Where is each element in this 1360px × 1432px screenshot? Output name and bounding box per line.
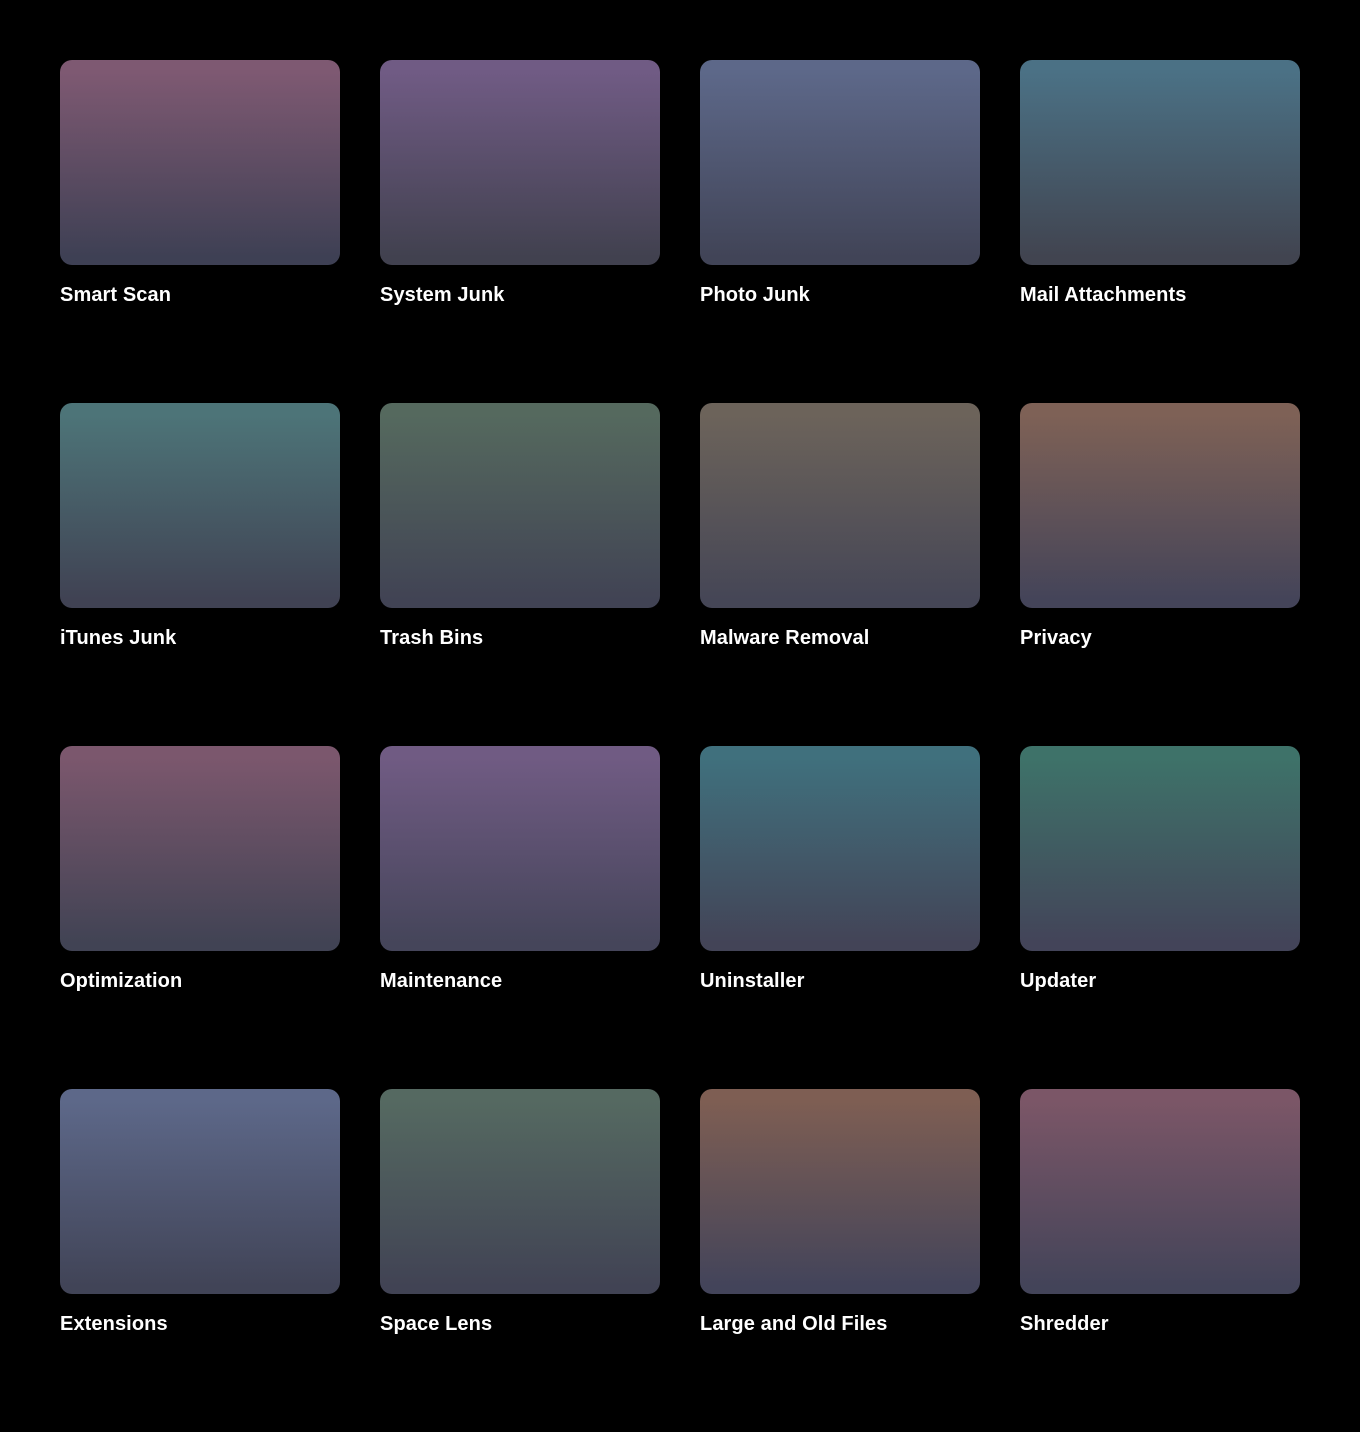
feature-tile-grid: Smart Scan System Junk Photo Junk Mail Atta… bbox=[0, 0, 1360, 1432]
feature-tile[interactable]: Updater bbox=[1020, 746, 1300, 992]
feature-tile[interactable]: Malware Removal bbox=[700, 403, 980, 649]
feature-tile-label: Uninstaller bbox=[700, 970, 805, 992]
feature-tile-label: Extensions bbox=[60, 1313, 168, 1335]
itunes-junk-thumbnail[interactable] bbox=[60, 403, 340, 608]
feature-tile-label: Shredder bbox=[1020, 1313, 1109, 1335]
feature-tile-label: Photo Junk bbox=[700, 284, 810, 306]
feature-tile-label: Large and Old Files bbox=[700, 1313, 888, 1335]
feature-tile[interactable]: System Junk bbox=[380, 60, 660, 306]
feature-tile[interactable]: Maintenance bbox=[380, 746, 660, 992]
space-lens-thumbnail[interactable] bbox=[380, 1089, 660, 1294]
feature-tile-label: Trash Bins bbox=[380, 627, 484, 649]
privacy-thumbnail[interactable] bbox=[1020, 403, 1300, 608]
feature-tile[interactable]: iTunes Junk bbox=[60, 403, 340, 649]
feature-tile-label: Malware Removal bbox=[700, 627, 870, 649]
large-and-old-files-thumbnail[interactable] bbox=[700, 1089, 980, 1294]
feature-tile-label: Updater bbox=[1020, 970, 1097, 992]
feature-tile[interactable]: Large and Old Files bbox=[700, 1089, 980, 1335]
feature-tile[interactable]: Optimization bbox=[60, 746, 340, 992]
feature-tile[interactable]: Trash Bins bbox=[380, 403, 660, 649]
system-junk-thumbnail[interactable] bbox=[380, 60, 660, 265]
feature-tile[interactable]: Mail Attachments bbox=[1020, 60, 1300, 306]
maintenance-thumbnail[interactable] bbox=[380, 746, 660, 951]
malware-removal-thumbnail[interactable] bbox=[700, 403, 980, 608]
feature-tile-label: Privacy bbox=[1020, 627, 1092, 649]
feature-tile[interactable]: Shredder bbox=[1020, 1089, 1300, 1335]
shredder-thumbnail[interactable] bbox=[1020, 1089, 1300, 1294]
feature-tile-label: Mail Attachments bbox=[1020, 284, 1187, 306]
feature-tile-label: Optimization bbox=[60, 970, 183, 992]
feature-tile-label: System Junk bbox=[380, 284, 505, 306]
feature-tile[interactable]: Privacy bbox=[1020, 403, 1300, 649]
extensions-thumbnail[interactable] bbox=[60, 1089, 340, 1294]
smart-scan-thumbnail[interactable] bbox=[60, 60, 340, 265]
feature-tile[interactable]: Photo Junk bbox=[700, 60, 980, 306]
feature-tile-label: Space Lens bbox=[380, 1313, 493, 1335]
feature-tile-label: Smart Scan bbox=[60, 284, 172, 306]
feature-tile[interactable]: Extensions bbox=[60, 1089, 340, 1335]
photo-junk-thumbnail[interactable] bbox=[700, 60, 980, 265]
trash-bins-thumbnail[interactable] bbox=[380, 403, 660, 608]
optimization-thumbnail[interactable] bbox=[60, 746, 340, 951]
feature-tile-label: iTunes Junk bbox=[60, 627, 177, 649]
uninstaller-thumbnail[interactable] bbox=[700, 746, 980, 951]
mail-attachments-thumbnail[interactable] bbox=[1020, 60, 1300, 265]
feature-tile[interactable]: Space Lens bbox=[380, 1089, 660, 1335]
feature-tile[interactable]: Smart Scan bbox=[60, 60, 340, 306]
feature-tile[interactable]: Uninstaller bbox=[700, 746, 980, 992]
updater-thumbnail[interactable] bbox=[1020, 746, 1300, 951]
feature-tile-label: Maintenance bbox=[380, 970, 503, 992]
